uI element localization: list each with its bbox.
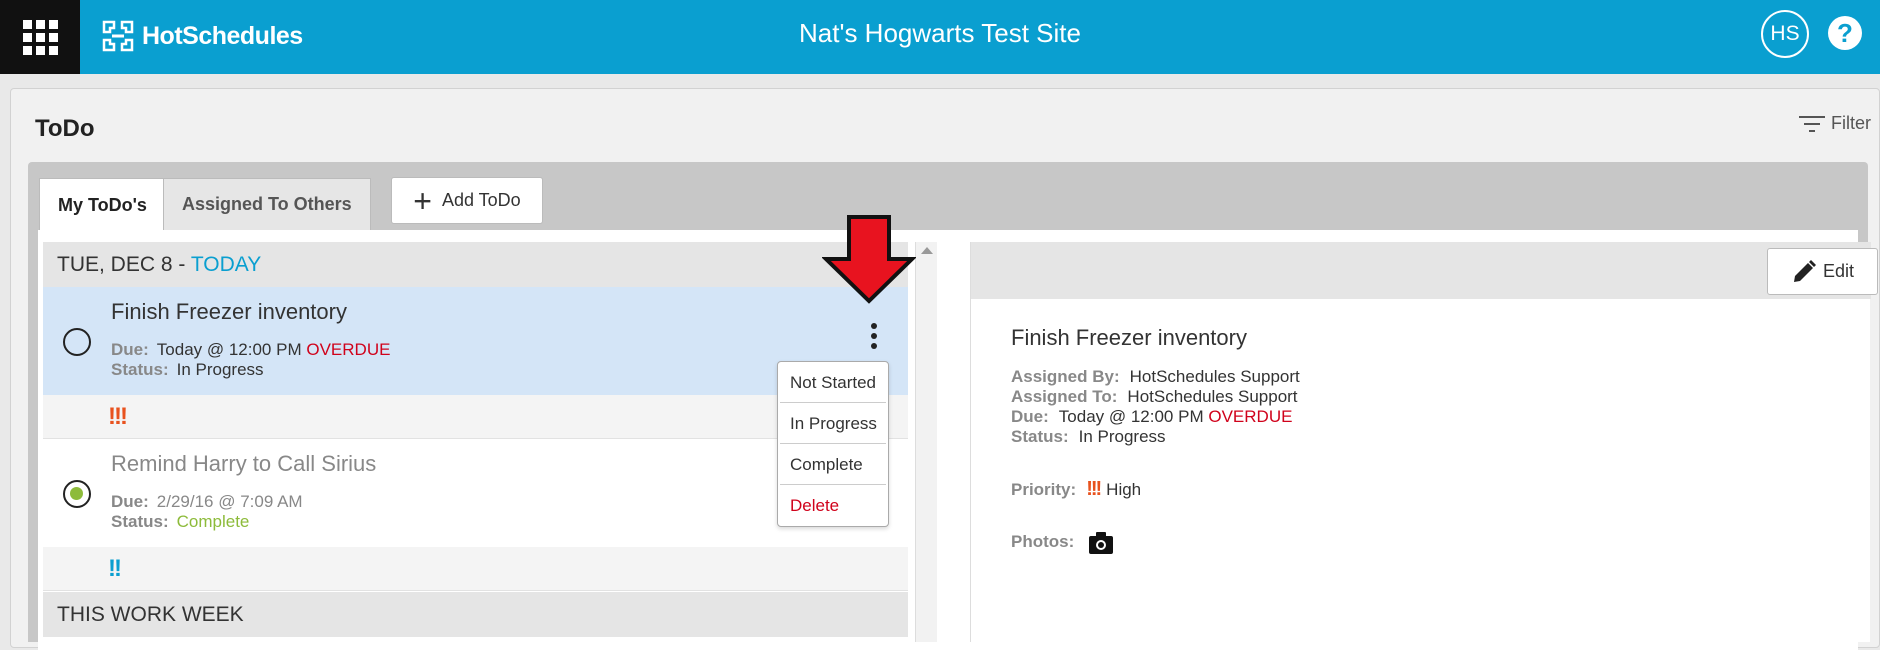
priority-high-icon: !!! bbox=[1086, 478, 1102, 500]
task-title: Finish Freezer inventory bbox=[111, 299, 347, 324]
status-label: Status: bbox=[111, 360, 169, 379]
edit-button[interactable]: Edit bbox=[1767, 248, 1878, 295]
detail-due: Due: Today @ 12:00 PM OVERDUE bbox=[1011, 407, 1292, 427]
day-header: TUE, DEC 8 - TODAY bbox=[43, 242, 908, 287]
plus-icon: + bbox=[413, 182, 432, 219]
tab-assigned-to-others[interactable]: Assigned To Others bbox=[163, 178, 371, 230]
due-value: Today @ 12:00 PM bbox=[1058, 407, 1204, 426]
top-bar: HotSchedules Nat's Hogwarts Test Site HS… bbox=[0, 0, 1880, 74]
menu-item-complete[interactable]: Complete bbox=[780, 444, 886, 485]
priority-medium-icon: !! bbox=[108, 555, 122, 582]
priority-band: !! bbox=[43, 547, 908, 591]
filter-label: Filter bbox=[1831, 113, 1871, 133]
priority-label: Priority: bbox=[1011, 480, 1077, 499]
menu-item-delete[interactable]: Delete bbox=[780, 485, 886, 526]
due-label: Due: bbox=[111, 340, 149, 359]
task-due: Due: Today @ 12:00 PM OVERDUE bbox=[111, 340, 390, 360]
pencil-icon bbox=[1793, 259, 1816, 282]
status-radio[interactable] bbox=[63, 328, 91, 356]
day-header-date: TUE, DEC 8 - bbox=[57, 253, 191, 276]
detail-status: Status: In Progress bbox=[1011, 427, 1166, 447]
status-radio[interactable] bbox=[63, 480, 91, 508]
detail-toolbar: Edit bbox=[971, 242, 1878, 299]
task-status: Status: In Progress bbox=[111, 360, 264, 380]
due-label: Due: bbox=[1011, 407, 1049, 426]
brand-name: HotSchedules bbox=[142, 21, 303, 50]
assigned-to-label: Assigned To: bbox=[1011, 387, 1118, 406]
todo-detail: Edit Finish Freezer inventory Assigned B… bbox=[970, 242, 1878, 642]
todo-container: My ToDo's Assigned To Others + Add ToDo … bbox=[28, 162, 1878, 650]
filter-button[interactable]: Filter bbox=[1799, 113, 1871, 134]
due-value: 2/29/16 @ 7:09 AM bbox=[156, 492, 303, 511]
detail-priority: Priority:!!! High bbox=[1011, 478, 1141, 501]
section-header: THIS WORK WEEK bbox=[43, 592, 908, 637]
overdue-badge: OVERDUE bbox=[1208, 407, 1293, 426]
menu-item-in-progress[interactable]: In Progress bbox=[780, 403, 886, 444]
kebab-menu-icon[interactable] bbox=[869, 323, 879, 357]
priority-high-icon: !!! bbox=[108, 403, 128, 430]
add-todo-label: Add ToDo bbox=[441, 190, 521, 210]
todo-content: TUE, DEC 8 - TODAY Finish Freezer invent… bbox=[38, 230, 1878, 650]
help-icon[interactable]: ? bbox=[1828, 16, 1862, 50]
detail-assigned-by: Assigned By: HotSchedules Support bbox=[1011, 367, 1300, 387]
photos-label: Photos: bbox=[1011, 532, 1075, 552]
detail-assigned-to: Assigned To: HotSchedules Support bbox=[1011, 387, 1298, 407]
red-arrow-annotation bbox=[822, 215, 916, 304]
status-value: Complete bbox=[176, 512, 250, 531]
day-header-today: TODAY bbox=[190, 253, 262, 276]
assigned-by-label: Assigned By: bbox=[1011, 367, 1120, 386]
status-value: In Progress bbox=[1078, 427, 1166, 446]
camera-icon[interactable] bbox=[1089, 532, 1114, 554]
task-due: Due: 2/29/16 @ 7:09 AM bbox=[111, 492, 303, 512]
avatar[interactable]: HS bbox=[1761, 10, 1809, 58]
status-label: Status: bbox=[111, 512, 169, 531]
status-label: Status: bbox=[1011, 427, 1069, 446]
apps-grid-icon[interactable] bbox=[0, 0, 80, 74]
overdue-badge: OVERDUE bbox=[306, 340, 391, 359]
menu-item-not-started[interactable]: Not Started bbox=[780, 362, 886, 403]
list-scrollbar[interactable] bbox=[915, 242, 937, 642]
priority-value: High bbox=[1106, 480, 1142, 499]
todo-panel: ToDo Filter My ToDo's Assigned To Others… bbox=[10, 88, 1880, 650]
status-value: In Progress bbox=[176, 360, 264, 379]
assigned-by-value: HotSchedules Support bbox=[1129, 367, 1300, 386]
due-label: Due: bbox=[111, 492, 149, 511]
page-title: ToDo bbox=[35, 115, 95, 142]
detail-photos: Photos: bbox=[1011, 532, 1114, 554]
hotschedules-logo[interactable]: HotSchedules bbox=[100, 14, 303, 58]
hotschedules-logo-icon bbox=[102, 20, 134, 52]
status-menu: Not Started In Progress Complete Delete bbox=[777, 361, 889, 527]
task-status: Status: Complete bbox=[111, 512, 249, 532]
add-todo-button[interactable]: + Add ToDo bbox=[391, 177, 543, 224]
filter-icon bbox=[1799, 115, 1825, 132]
task-title: Remind Harry to Call Sirius bbox=[111, 451, 377, 476]
edit-label: Edit bbox=[1822, 261, 1855, 281]
scroll-up-icon[interactable] bbox=[921, 247, 933, 254]
assigned-to-value: HotSchedules Support bbox=[1127, 387, 1298, 406]
due-value: Today @ 12:00 PM bbox=[156, 340, 302, 359]
detail-title: Finish Freezer inventory bbox=[1011, 325, 1247, 350]
tab-my-todos[interactable]: My ToDo's bbox=[39, 178, 166, 232]
